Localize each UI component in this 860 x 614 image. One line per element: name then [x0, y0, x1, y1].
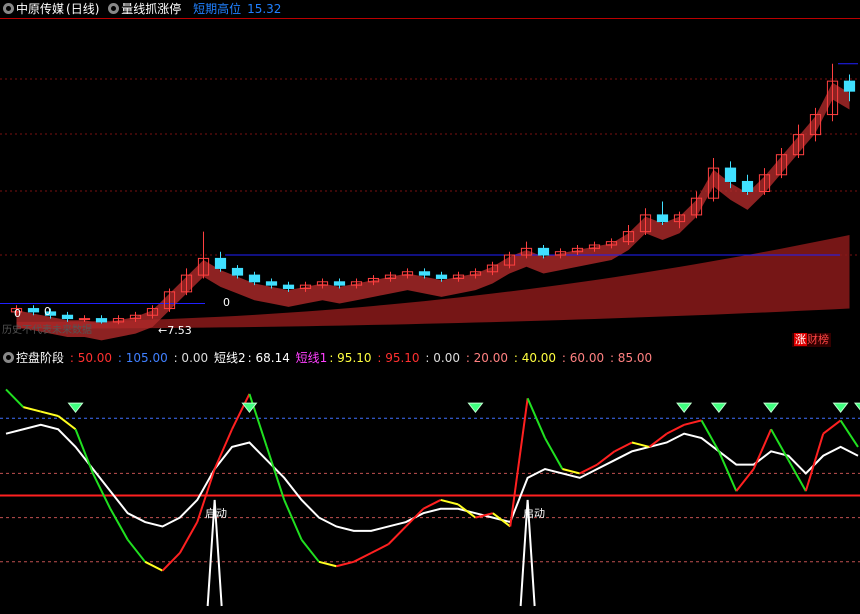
candle-body	[282, 284, 295, 289]
top-label: 短期高位	[193, 2, 242, 16]
candle-body	[724, 167, 737, 182]
legend-v2: : 105.00	[117, 351, 168, 365]
legend-short1-label: 短线1	[295, 351, 328, 365]
oscillator-chart[interactable]	[0, 368, 860, 614]
oscillator-legend: 控盘阶段 : 50.00 : 105.00 : 0.00 短线2: 68.14 …	[0, 349, 860, 367]
badge-sub: 财榜	[807, 333, 829, 346]
candle-body	[95, 318, 108, 323]
indicator-gear-icon[interactable]	[108, 3, 120, 14]
series-short1-segment	[248, 393, 268, 448]
start-label: 启动	[523, 507, 545, 520]
badge-main: 涨	[794, 333, 807, 346]
osc-indicator-name: 控盘阶段	[16, 351, 65, 365]
candle-body	[231, 267, 244, 276]
candle-body	[78, 318, 91, 321]
series-short1-segment	[336, 560, 355, 568]
series-short1-segment	[666, 423, 685, 435]
period-label: (日线)	[66, 2, 100, 16]
series-short1-segment	[318, 560, 337, 568]
zero-mark: 0	[44, 305, 51, 318]
series-short1-segment	[231, 393, 251, 430]
series-short1-segment	[822, 419, 842, 435]
series-short1-segment	[179, 521, 199, 554]
legend-short1-value: : 95.10	[329, 351, 372, 365]
candle-body	[61, 314, 74, 320]
green-gem-marker	[710, 402, 727, 413]
series-short1-segment	[23, 406, 42, 413]
legend-v4: : 95.10	[377, 351, 420, 365]
legend-v9: : 85.00	[609, 351, 653, 365]
legend-v8: : 60.00	[561, 351, 605, 365]
legend-v6: : 20.00	[465, 351, 509, 365]
series-short1-segment	[422, 499, 442, 510]
legend-v5: : 0.00	[425, 351, 460, 365]
series-short1-segment	[770, 428, 790, 461]
oscillator-gear-icon[interactable]	[3, 352, 14, 363]
series-short1-segment	[457, 503, 477, 519]
zero-mark: 0	[223, 296, 230, 309]
legend-v1: : 50.00	[69, 351, 113, 365]
series-short1-segment	[631, 441, 650, 448]
settings-gear-icon[interactable]	[3, 3, 14, 14]
series-short1-segment	[109, 508, 129, 541]
candle-body	[27, 308, 40, 313]
price-panel-legend: 中原传媒 (日线) 量线抓涨停 短期高位 15.32	[0, 0, 860, 19]
series-short1-segment	[804, 433, 825, 492]
series-short1-segment	[614, 441, 633, 453]
candle-body	[214, 257, 227, 269]
green-gem-marker	[832, 402, 849, 413]
legend-short2-value: : 68.14	[247, 351, 290, 365]
green-gem-marker	[467, 402, 484, 413]
series-short1-segment	[353, 552, 372, 563]
green-gem-marker	[676, 402, 693, 413]
legend-short2-label: 短线2	[213, 351, 246, 365]
series-short1-segment	[5, 388, 25, 408]
candle-body	[265, 281, 278, 286]
start-label: 启动	[205, 507, 227, 520]
series-short1-segment	[387, 525, 407, 545]
series-short1-segment	[300, 539, 320, 563]
series-short1-segment	[492, 512, 511, 528]
candle-body	[333, 281, 346, 286]
candle-body	[843, 80, 856, 92]
series-short1-segment	[735, 468, 755, 492]
series-short1-segment	[544, 437, 564, 470]
green-gem-marker	[763, 402, 780, 413]
faded-note: 历史不代表未来数据	[2, 325, 92, 336]
series-short1-segment	[579, 463, 598, 475]
legend-v3: : 0.00	[173, 351, 209, 365]
series-short1-segment	[283, 499, 303, 541]
indicator-name: 量线抓涨停	[121, 2, 182, 16]
series-short1-segment	[440, 498, 459, 506]
series-short1-segment	[562, 468, 581, 475]
price-chart[interactable]	[0, 19, 860, 350]
series-short1-segment	[683, 419, 702, 426]
series-short1-segment	[265, 446, 286, 501]
candle-body	[248, 274, 261, 283]
candle-body	[537, 247, 550, 256]
green-gem-marker	[853, 402, 860, 411]
candle-body	[435, 274, 448, 279]
low-price-arrow: ←7.53	[158, 324, 192, 337]
candle-body	[741, 180, 754, 192]
legend-v7: : 40.00	[513, 351, 557, 365]
top-value: 15.32	[247, 2, 282, 16]
series-short1-segment	[700, 419, 720, 452]
candle-body	[418, 271, 431, 276]
zero-mark: 0	[14, 307, 21, 320]
series-short1-segment	[161, 552, 181, 572]
rank-badge[interactable]: 涨财榜	[792, 333, 831, 347]
candle-body	[656, 214, 669, 223]
series-short1-segment	[752, 428, 772, 470]
green-gem-marker	[67, 402, 84, 413]
series-short1-segment	[370, 543, 389, 554]
series-short1-segment	[126, 539, 146, 563]
series-short1-segment	[144, 560, 163, 572]
series-short1-segment	[40, 410, 59, 417]
stock-name: 中原传媒	[16, 2, 65, 16]
series-short1-segment	[839, 419, 859, 448]
